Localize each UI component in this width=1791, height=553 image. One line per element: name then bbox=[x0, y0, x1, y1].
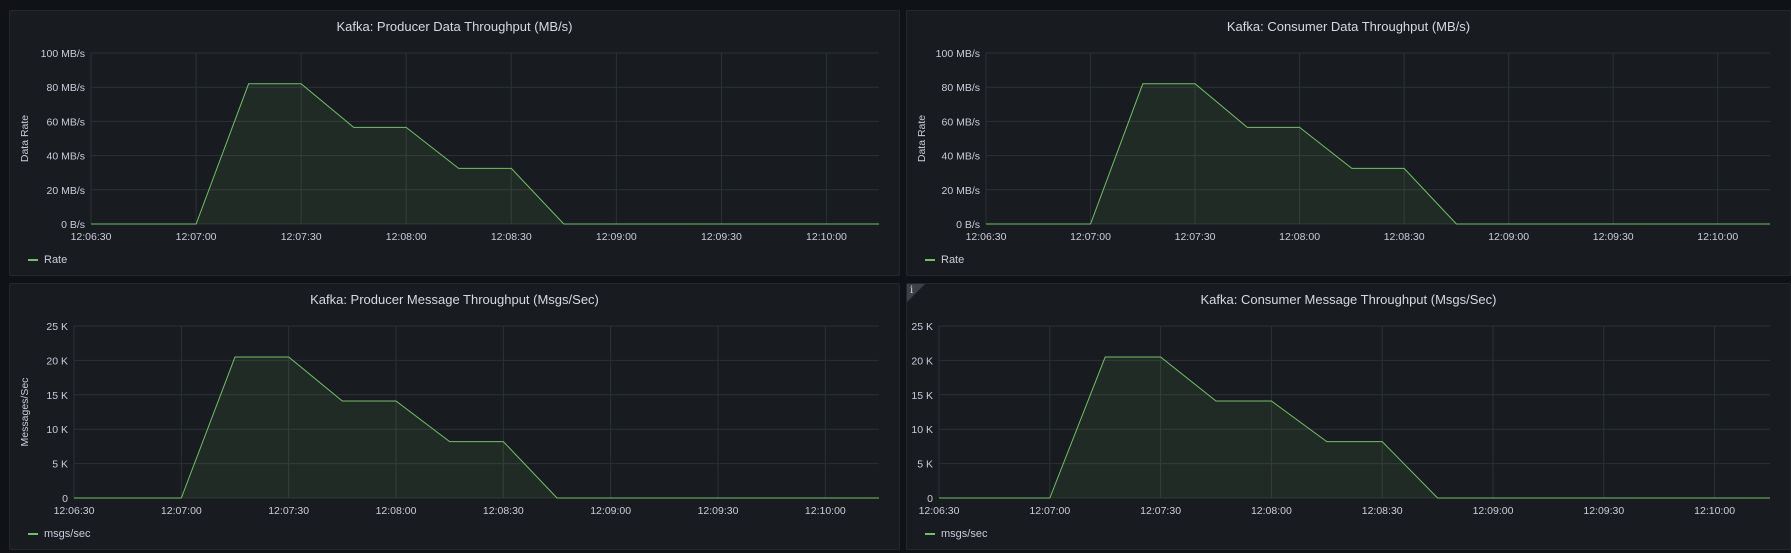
x-tick-label: 12:10:00 bbox=[1697, 231, 1738, 243]
y-tick-label: 80 MB/s bbox=[46, 82, 85, 94]
y-tick-label: 20 K bbox=[46, 355, 68, 367]
producer-data-throughput-chart[interactable]: 0 B/s 20 MB/s 40 MB/s 60 MB/s 80 MB/s 100 MB/… bbox=[10, 11, 901, 277]
y-tick-label: 0 B/s bbox=[61, 219, 85, 231]
x-tick-label: 12:09:30 bbox=[701, 231, 742, 243]
x-tick-label: 12:07:00 bbox=[161, 505, 202, 517]
y-tick-label: 100 MB/s bbox=[41, 48, 85, 60]
x-tick-label: 12:07:00 bbox=[1070, 231, 1111, 243]
x-tick-label: 12:06:30 bbox=[919, 505, 960, 517]
y-tick-label: 5 K bbox=[52, 459, 68, 471]
legend-swatch bbox=[925, 533, 935, 535]
x-tick-label: 12:07:30 bbox=[281, 231, 322, 243]
x-tick-label: 12:09:00 bbox=[1473, 505, 1514, 517]
x-tick-label: 12:07:00 bbox=[1029, 505, 1070, 517]
consumer-data-throughput-panel: Kafka: Consumer Data Throughput (MB/s) 0… bbox=[906, 10, 1791, 276]
x-tick-label: 12:09:00 bbox=[596, 231, 637, 243]
y-tick-label: 40 MB/s bbox=[46, 151, 85, 163]
x-tick-label: 12:09:30 bbox=[1583, 505, 1624, 517]
legend-label: msgs/sec bbox=[941, 528, 988, 540]
legend-swatch bbox=[28, 259, 38, 261]
x-tick-label: 12:07:30 bbox=[268, 505, 309, 517]
legend[interactable]: msgs/sec bbox=[925, 528, 987, 540]
producer-message-throughput-chart[interactable]: 0 5 K 10 K 15 K 20 K 25 K 12:06:30 12:07:00 12:0… bbox=[10, 284, 901, 551]
x-tick-label: 12:07:30 bbox=[1175, 231, 1216, 243]
consumer-data-throughput-chart[interactable]: 0 B/s 20 MB/s 40 MB/s 60 MB/s 80 MB/s 100 MB/… bbox=[907, 11, 1791, 277]
y-tick-label: 25 K bbox=[911, 321, 933, 333]
y-tick-label: 60 MB/s bbox=[941, 116, 980, 128]
y-tick-label: 10 K bbox=[911, 424, 933, 436]
y-tick-label: 10 K bbox=[46, 424, 68, 436]
y-tick-label: 25 K bbox=[46, 321, 68, 333]
x-tick-label: 12:08:30 bbox=[491, 231, 532, 243]
legend-swatch bbox=[28, 533, 38, 535]
x-tick-label: 12:08:00 bbox=[386, 231, 427, 243]
consumer-message-throughput-panel: i Kafka: Consumer Message Throughput (Ms… bbox=[906, 283, 1791, 550]
x-tick-label: 12:08:30 bbox=[1384, 231, 1425, 243]
legend-label: msgs/sec bbox=[44, 528, 91, 540]
series-area bbox=[74, 357, 879, 498]
y-axis-label: Data Rate bbox=[916, 115, 928, 162]
x-tick-label: 12:08:30 bbox=[483, 505, 524, 517]
legend[interactable]: Rate bbox=[28, 254, 67, 266]
y-tick-label: 15 K bbox=[46, 390, 68, 402]
legend[interactable]: Rate bbox=[925, 254, 964, 266]
x-tick-label: 12:06:30 bbox=[71, 231, 112, 243]
legend-label: Rate bbox=[44, 254, 68, 266]
x-tick-label: 12:08:00 bbox=[1279, 231, 1320, 243]
y-axis-label: Messages/Sec bbox=[19, 378, 31, 447]
y-tick-label: 80 MB/s bbox=[941, 82, 980, 94]
x-tick-label: 12:08:30 bbox=[1362, 505, 1403, 517]
x-tick-label: 12:10:00 bbox=[806, 231, 847, 243]
producer-data-throughput-panel: Kafka: Producer Data Throughput (MB/s) 0… bbox=[9, 10, 900, 276]
y-tick-label: 20 K bbox=[911, 355, 933, 367]
x-tick-label: 12:09:00 bbox=[590, 505, 631, 517]
y-tick-label: 40 MB/s bbox=[941, 151, 980, 163]
x-tick-label: 12:06:30 bbox=[54, 505, 95, 517]
consumer-message-throughput-chart[interactable]: 0 5 K 10 K 15 K 20 K 25 K 12:06:30 12:07:00 12:0… bbox=[907, 284, 1791, 551]
x-tick-label: 12:09:30 bbox=[1593, 231, 1634, 243]
y-tick-label: 15 K bbox=[911, 390, 933, 402]
y-tick-label: 0 B/s bbox=[956, 219, 980, 231]
x-tick-label: 12:08:00 bbox=[376, 505, 417, 517]
y-tick-label: 0 bbox=[927, 493, 933, 505]
series-area bbox=[91, 83, 879, 224]
y-tick-label: 60 MB/s bbox=[46, 116, 85, 128]
x-tick-label: 12:09:00 bbox=[1488, 231, 1529, 243]
x-tick-label: 12:09:30 bbox=[698, 505, 739, 517]
x-tick-label: 12:07:00 bbox=[176, 231, 217, 243]
y-tick-label: 0 bbox=[62, 493, 68, 505]
series-area bbox=[939, 357, 1770, 498]
x-tick-label: 12:08:00 bbox=[1251, 505, 1292, 517]
x-tick-label: 12:10:00 bbox=[1694, 505, 1735, 517]
x-tick-label: 12:07:30 bbox=[1140, 505, 1181, 517]
y-tick-label: 20 MB/s bbox=[941, 185, 980, 197]
legend-swatch bbox=[925, 259, 935, 261]
y-tick-label: 5 K bbox=[917, 459, 933, 471]
y-tick-label: 20 MB/s bbox=[46, 185, 85, 197]
producer-message-throughput-panel: Kafka: Producer Message Throughput (Msgs… bbox=[9, 283, 900, 550]
legend[interactable]: msgs/sec bbox=[28, 528, 90, 540]
x-tick-label: 12:06:30 bbox=[966, 231, 1007, 243]
y-tick-label: 100 MB/s bbox=[936, 48, 980, 60]
legend-label: Rate bbox=[941, 254, 965, 266]
series-area bbox=[986, 83, 1770, 224]
x-tick-label: 12:10:00 bbox=[805, 505, 846, 517]
y-axis-label: Data Rate bbox=[19, 115, 31, 162]
